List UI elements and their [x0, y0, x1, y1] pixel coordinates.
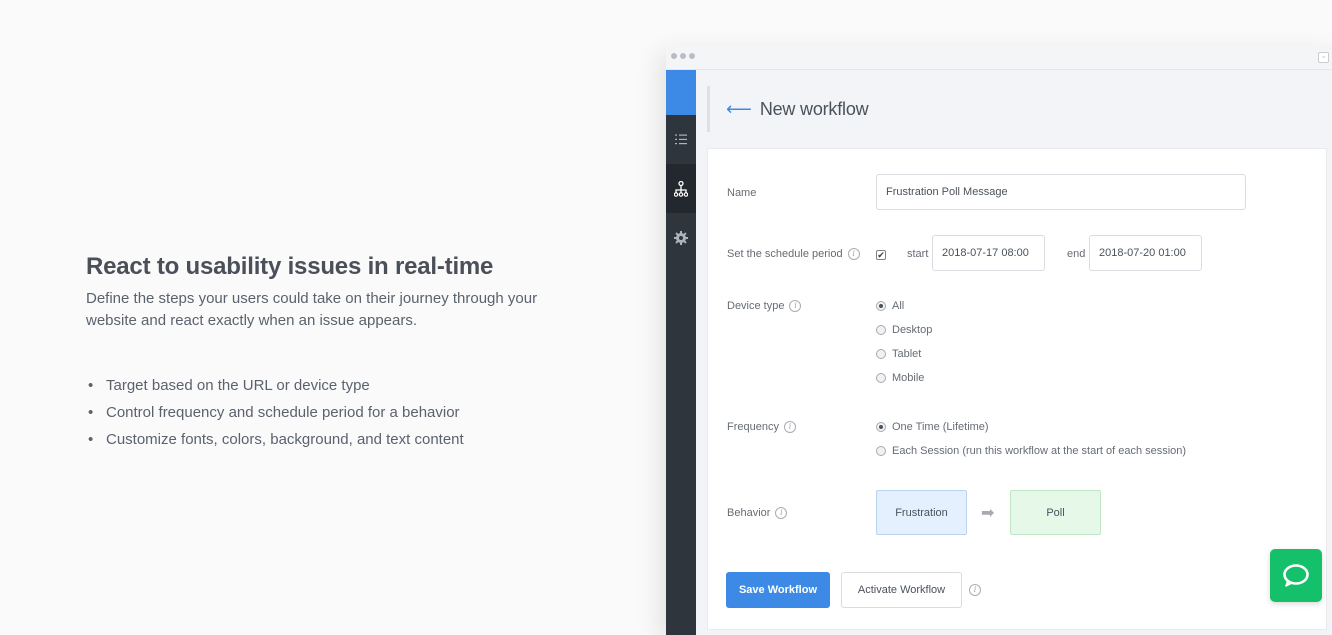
feature-item: Target based on the URL or device type: [86, 372, 606, 399]
browser-window: ▫ ⟵ New workflow Name Frustration Poll M…: [666, 45, 1332, 635]
schedule-label-text: Set the schedule period: [727, 248, 843, 260]
page-header: ⟵ New workflow: [707, 86, 869, 132]
arrow-right-icon: ➡: [981, 505, 995, 522]
workflow-form: Name Frustration Poll Message Set the sc…: [707, 148, 1327, 630]
name-label: Name: [727, 187, 756, 199]
device-option-label: All: [892, 300, 905, 312]
promo-description: Define the steps your users could take o…: [86, 290, 538, 329]
schedule-checkbox[interactable]: ✔: [876, 250, 886, 260]
start-label: start: [907, 248, 929, 260]
info-icon[interactable]: i: [789, 300, 802, 312]
end-date-input[interactable]: 2018-07-20 01:00: [1089, 235, 1202, 271]
radio-selected-icon: [876, 422, 886, 432]
device-type-label: Device type i: [727, 300, 802, 312]
gear-icon: [674, 230, 688, 245]
browser-chrome-bar: ▫: [666, 45, 1332, 70]
feature-item: Control frequency and schedule period fo…: [86, 399, 606, 426]
end-label: end: [1067, 248, 1086, 260]
device-option-desktop[interactable]: Desktop: [876, 324, 932, 336]
radio-icon: [876, 325, 886, 335]
frequency-label-text: Frequency: [727, 421, 779, 433]
device-option-tablet[interactable]: Tablet: [876, 348, 921, 360]
info-icon[interactable]: i: [847, 248, 860, 260]
name-label-text: Name: [727, 187, 757, 199]
page-title: New workflow: [759, 98, 869, 119]
device-option-label: Mobile: [892, 372, 925, 384]
activate-workflow-button[interactable]: Activate Workflow: [841, 572, 962, 608]
promo-heading: React to usability issues in real-time: [86, 253, 494, 280]
radio-icon: [876, 446, 886, 456]
start-date-input[interactable]: 2018-07-17 08:00: [932, 235, 1045, 271]
nav-settings-item[interactable]: [666, 213, 696, 262]
arrow-left-icon[interactable]: ⟵: [726, 100, 752, 118]
device-option-label: Desktop: [892, 324, 933, 336]
name-input[interactable]: Frustration Poll Message: [876, 174, 1246, 210]
radio-icon: [876, 373, 886, 383]
device-option-label: Tablet: [892, 348, 922, 360]
device-option-all[interactable]: All: [876, 300, 904, 312]
schedule-label: Set the schedule period i: [727, 248, 860, 260]
frequency-option-one-time[interactable]: One Time (Lifetime): [876, 421, 989, 433]
device-type-label-text: Device type: [727, 300, 785, 312]
feature-list: Target based on the URL or device type C…: [86, 372, 606, 453]
radio-selected-icon: [876, 301, 886, 311]
frequency-label: Frequency i: [727, 421, 796, 433]
workflow-tree-icon: [674, 180, 688, 197]
device-option-mobile[interactable]: Mobile: [876, 372, 924, 384]
promo-section: React to usability issues in real-time D…: [86, 252, 606, 453]
window-restore-icon[interactable]: ▫: [1318, 52, 1329, 63]
brand-block: [666, 70, 696, 115]
feature-item: Customize fonts, colors, background, and…: [86, 426, 606, 453]
behavior-label-text: Behavior: [727, 507, 771, 519]
nav-list-item[interactable]: [666, 115, 696, 164]
info-icon[interactable]: i: [783, 421, 796, 433]
frequency-option-each-session[interactable]: Each Session (run this workflow at the s…: [876, 445, 1186, 457]
app-sidebar: [666, 70, 696, 635]
save-workflow-button[interactable]: Save Workflow: [726, 572, 830, 608]
window-dots: [671, 53, 695, 59]
chat-bubble-icon: [1283, 563, 1309, 587]
list-icon: [675, 134, 687, 145]
behavior-step-poll[interactable]: Poll: [1010, 490, 1101, 535]
frequency-option-label: Each Session (run this workflow at the s…: [892, 445, 1187, 457]
nav-workflow-item[interactable]: [666, 164, 696, 213]
info-icon[interactable]: i: [775, 507, 788, 519]
behavior-label: Behavior i: [727, 507, 788, 519]
behavior-step-frustration[interactable]: Frustration: [876, 490, 967, 535]
radio-icon: [876, 349, 886, 359]
chat-widget-button[interactable]: [1270, 549, 1322, 602]
info-icon[interactable]: i: [969, 584, 981, 596]
frequency-option-label: One Time (Lifetime): [892, 421, 989, 433]
app-content: ⟵ New workflow Name Frustration Poll Mes…: [696, 70, 1332, 635]
